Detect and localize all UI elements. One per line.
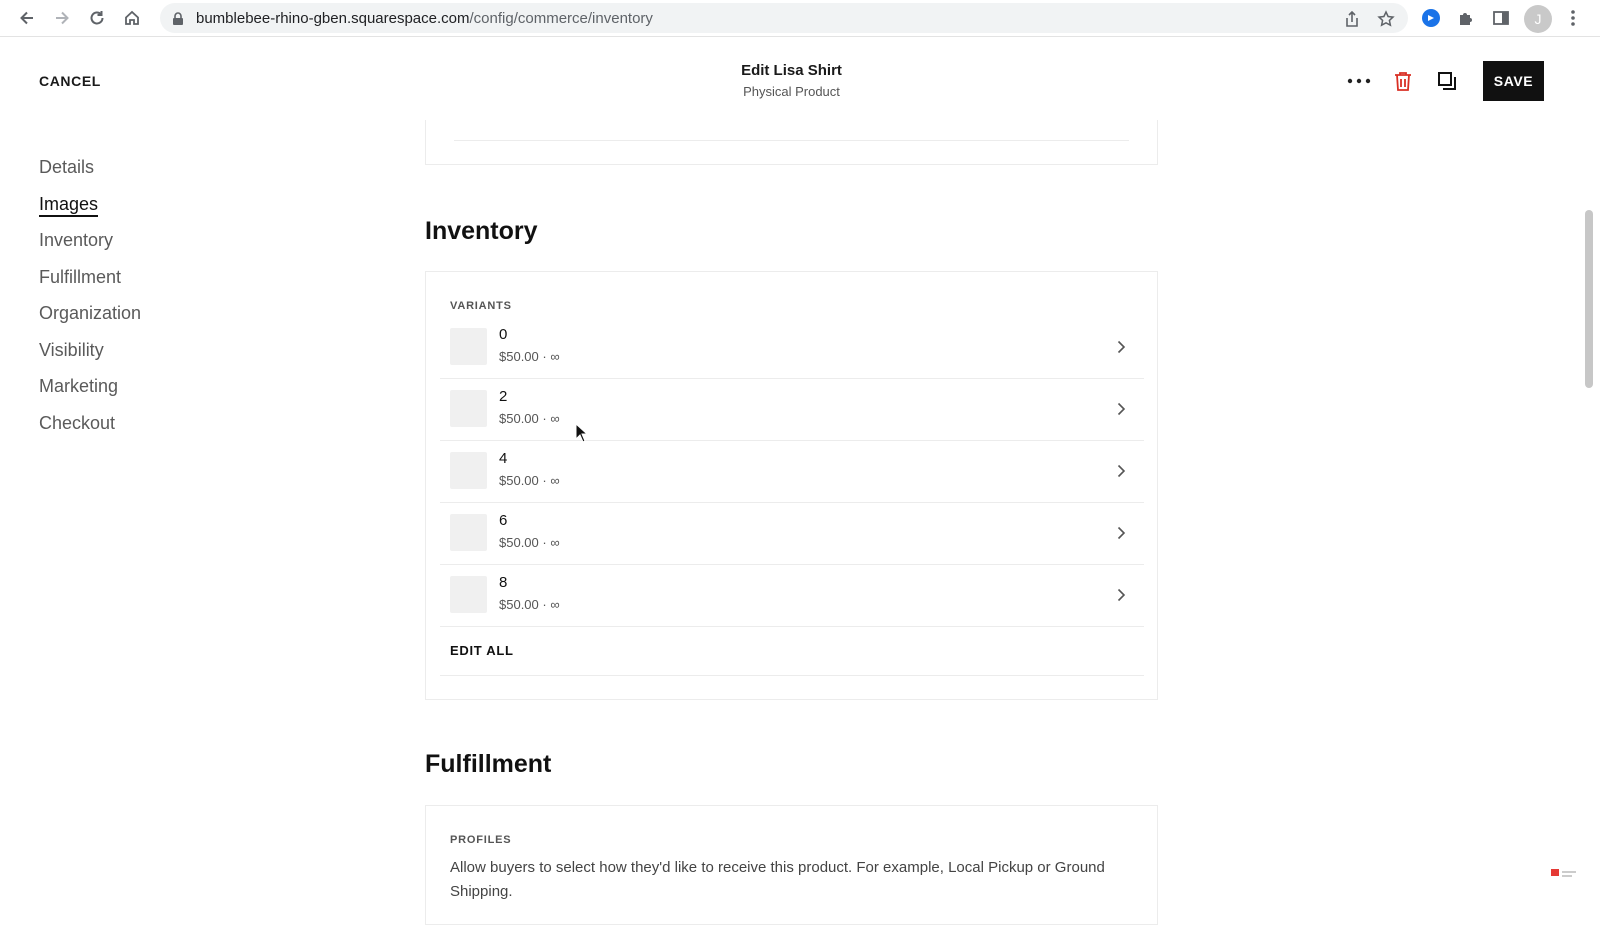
sidebar-item-details[interactable]: Details (39, 156, 259, 193)
variant-name: 2 (499, 388, 508, 405)
images-card-bottom (425, 120, 1158, 165)
extension-icon[interactable] (1419, 6, 1443, 30)
sidepanel-icon[interactable] (1489, 6, 1513, 30)
sidebar-item-inventory[interactable]: Inventory (39, 229, 259, 266)
back-icon[interactable] (15, 6, 39, 30)
sidebar-item-fulfillment[interactable]: Fulfillment (39, 266, 259, 303)
variants-label: VARIANTS (450, 300, 512, 312)
chevron-right-icon (1114, 338, 1128, 356)
chevron-right-icon (1114, 462, 1128, 480)
sidebar-item-organization[interactable]: Organization (39, 302, 259, 339)
lock-icon (168, 9, 188, 29)
variant-row[interactable]: 4 $50.00 · ∞ (440, 441, 1144, 503)
variant-row[interactable]: 0 $50.00 · ∞ (440, 317, 1144, 379)
edit-all-button[interactable]: EDIT ALL (450, 643, 514, 658)
variant-thumbnail (450, 576, 487, 613)
inventory-card: VARIANTS 0 $50.00 · ∞ 2 $50.00 · ∞ 4 $50… (425, 271, 1158, 700)
variant-name: 0 (499, 326, 508, 343)
browser-toolbar: bumblebee-rhino-gben.squarespace.com/con… (0, 0, 1600, 37)
variant-thumbnail (450, 328, 487, 365)
section-nav: Details Images Inventory Fulfillment Org… (39, 156, 259, 448)
address-bar[interactable]: bumblebee-rhino-gben.squarespace.com/con… (160, 3, 1408, 33)
variant-price-stock: $50.00 · ∞ (499, 473, 560, 488)
reload-icon[interactable] (85, 6, 109, 30)
fulfillment-heading: Fulfillment (425, 750, 552, 778)
inventory-heading: Inventory (425, 217, 538, 245)
variant-price-stock: $50.00 · ∞ (499, 349, 560, 364)
sidebar-item-images[interactable]: Images (39, 193, 259, 230)
home-icon[interactable] (120, 6, 144, 30)
profiles-description: Allow buyers to select how they'd like t… (450, 859, 1105, 900)
duplicate-icon[interactable] (1434, 68, 1460, 94)
variant-name: 6 (499, 512, 508, 529)
variant-price-stock: $50.00 · ∞ (499, 535, 560, 550)
chevron-right-icon (1114, 586, 1128, 604)
variant-price-stock: $50.00 · ∞ (499, 411, 560, 426)
chevron-right-icon (1114, 524, 1128, 542)
save-button[interactable]: SAVE (1483, 61, 1544, 101)
profile-initial: J (1534, 11, 1542, 27)
variant-name: 4 (499, 450, 508, 467)
scrollbar-thumb[interactable] (1585, 210, 1593, 388)
delete-icon[interactable] (1390, 68, 1416, 94)
star-icon[interactable] (1376, 9, 1396, 29)
mouse-cursor-icon (575, 422, 589, 443)
more-options-icon[interactable] (1346, 68, 1372, 94)
share-icon[interactable] (1342, 9, 1362, 29)
profiles-label: PROFILES (450, 834, 512, 846)
sidebar-item-marketing[interactable]: Marketing (39, 375, 259, 412)
chevron-right-icon (1114, 400, 1128, 418)
variant-thumbnail (450, 514, 487, 551)
puzzle-icon[interactable] (1454, 6, 1478, 30)
fulfillment-card: PROFILES Allow buyers to select how they… (425, 805, 1158, 925)
variant-price-stock: $50.00 · ∞ (499, 597, 560, 612)
kebab-menu-icon[interactable] (1561, 6, 1585, 30)
url-text: bumblebee-rhino-gben.squarespace.com/con… (196, 10, 653, 27)
divider (454, 140, 1129, 141)
variant-row[interactable]: 6 $50.00 · ∞ (440, 503, 1144, 565)
forward-icon[interactable] (50, 6, 74, 30)
variant-row[interactable]: 8 $50.00 · ∞ (440, 565, 1144, 627)
variant-thumbnail (450, 390, 487, 427)
sidebar-item-checkout[interactable]: Checkout (39, 412, 259, 449)
divider (440, 675, 1144, 676)
variant-name: 8 (499, 574, 508, 591)
variant-thumbnail (450, 452, 487, 489)
sidebar-item-visibility[interactable]: Visibility (39, 339, 259, 376)
variant-row[interactable]: 2 $50.00 · ∞ (440, 379, 1144, 441)
profile-avatar[interactable]: J (1524, 5, 1552, 33)
recorder-badge-icon (1550, 866, 1578, 880)
